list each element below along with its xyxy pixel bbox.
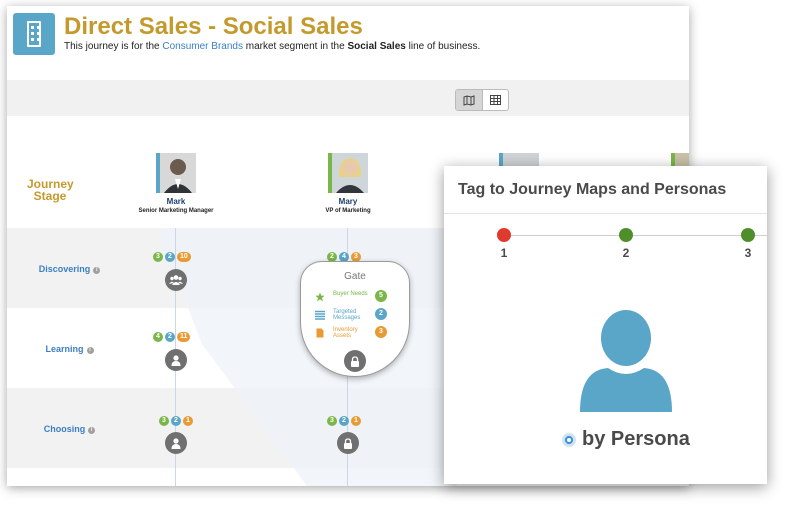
badge-messages: 2 [165, 332, 175, 342]
stage-label-discovering[interactable]: Discovering i [7, 264, 132, 274]
gate-item-count: 3 [375, 326, 387, 338]
stage-label-learning[interactable]: Learning i [7, 344, 132, 354]
group-icon [169, 275, 183, 285]
by-persona-option[interactable]: by Persona [562, 428, 690, 451]
woman-avatar [328, 153, 368, 193]
stage-badges: 3 2 10 [153, 252, 191, 262]
grid-view-button[interactable] [482, 90, 508, 110]
journey-stage-label: Journey Stage [27, 177, 74, 203]
step-2-dot[interactable] [619, 228, 633, 242]
step-3-dot[interactable] [741, 228, 755, 242]
badge-needs: 3 [327, 416, 337, 426]
badge-needs: 3 [159, 416, 169, 426]
stage-badges: 3 2 1 [327, 416, 361, 426]
badge-assets: 10 [177, 252, 191, 262]
subtitle-text: line of business. [405, 41, 481, 52]
gate-popover[interactable]: Gate Buyer Needs 5 Targeted Messages 2 I… [300, 261, 410, 377]
persona-name: Mary [338, 197, 358, 206]
step-track [504, 235, 767, 236]
view-toggle [455, 89, 509, 111]
divider [444, 213, 767, 214]
info-icon[interactable]: i [93, 267, 101, 274]
badge-messages: 2 [165, 252, 175, 262]
gate-item-label: Targeted Messages [333, 309, 361, 321]
page-subtitle: This journey is for the Consumer Brands … [64, 41, 480, 52]
gate-item-buyer-needs[interactable]: Buyer Needs 5 [315, 290, 395, 310]
gate-item-count: 2 [375, 308, 387, 320]
gate-item-label: Inventory Assets [333, 327, 358, 339]
persona-icon [580, 310, 672, 412]
man-avatar [156, 153, 196, 193]
info-icon[interactable]: i [88, 427, 96, 434]
lock-node[interactable] [337, 432, 359, 454]
gate-item-count: 5 [375, 290, 387, 302]
lock-icon [344, 437, 352, 449]
tag-journey-panel: Tag to Journey Maps and Personas 1 2 3 b… [444, 166, 767, 484]
star-icon [315, 292, 325, 302]
person-icon [171, 354, 181, 366]
subtitle-text: This journey is for the [64, 41, 163, 52]
list-icon [315, 310, 325, 320]
stage-badges: 4 2 11 [153, 332, 191, 342]
persona-mary[interactable]: Mary VP of Marketing [293, 153, 403, 214]
lock-node[interactable] [344, 350, 366, 372]
option-label: by Persona [582, 428, 690, 450]
badge-messages: 2 [171, 416, 181, 426]
document-icon [316, 328, 324, 338]
page-title: Direct Sales - Social Sales [64, 13, 363, 40]
stage-label-text: Choosing [43, 424, 86, 434]
panel-title: Tag to Journey Maps and Personas [458, 181, 727, 198]
badge-needs: 3 [153, 252, 163, 262]
person-icon [171, 437, 181, 449]
stage-label-choosing[interactable]: Choosing i [7, 424, 132, 434]
radio-selected[interactable] [562, 432, 576, 447]
lock-icon [351, 355, 359, 367]
line-of-business: Social Sales [347, 41, 406, 52]
step-1-dot[interactable] [497, 228, 511, 242]
badge-messages: 2 [339, 416, 349, 426]
subtitle-text: market segment in the [242, 41, 348, 52]
gate-item-label: Buyer Needs [333, 291, 368, 297]
gate-item-targeted-messages[interactable]: Targeted Messages 2 [315, 308, 395, 328]
step-label: 1 [500, 246, 508, 260]
info-icon[interactable]: i [86, 347, 94, 354]
step-label: 2 [622, 246, 630, 260]
persona-mark[interactable]: Mark Senior Marketing Manager [121, 153, 231, 214]
persona-role: Senior Marketing Manager [138, 208, 214, 214]
step-label: 3 [744, 246, 752, 260]
person-node[interactable] [165, 349, 187, 371]
map-view-icon [463, 94, 475, 106]
persona-name: Mark [166, 197, 186, 206]
gate-item-inventory-assets[interactable]: Inventory Assets 3 [315, 326, 395, 346]
badge-assets: 11 [177, 332, 191, 342]
group-node[interactable] [165, 269, 187, 291]
segment-link[interactable]: Consumer Brands [162, 41, 243, 52]
persona-role: VP of Marketing [325, 208, 371, 214]
map-view-button[interactable] [456, 90, 482, 110]
stage-label-text: Learning [45, 344, 84, 354]
gate-title: Gate [344, 271, 366, 282]
grid-view-icon [490, 95, 501, 105]
badge-assets: 1 [183, 416, 193, 426]
stage-label-text: Discovering [38, 264, 91, 274]
person-node[interactable] [165, 432, 187, 454]
toolbar [7, 80, 689, 116]
badge-assets: 1 [351, 416, 361, 426]
stage-badges: 3 2 1 [159, 416, 193, 426]
badge-needs: 4 [153, 332, 163, 342]
building-icon [13, 13, 55, 55]
